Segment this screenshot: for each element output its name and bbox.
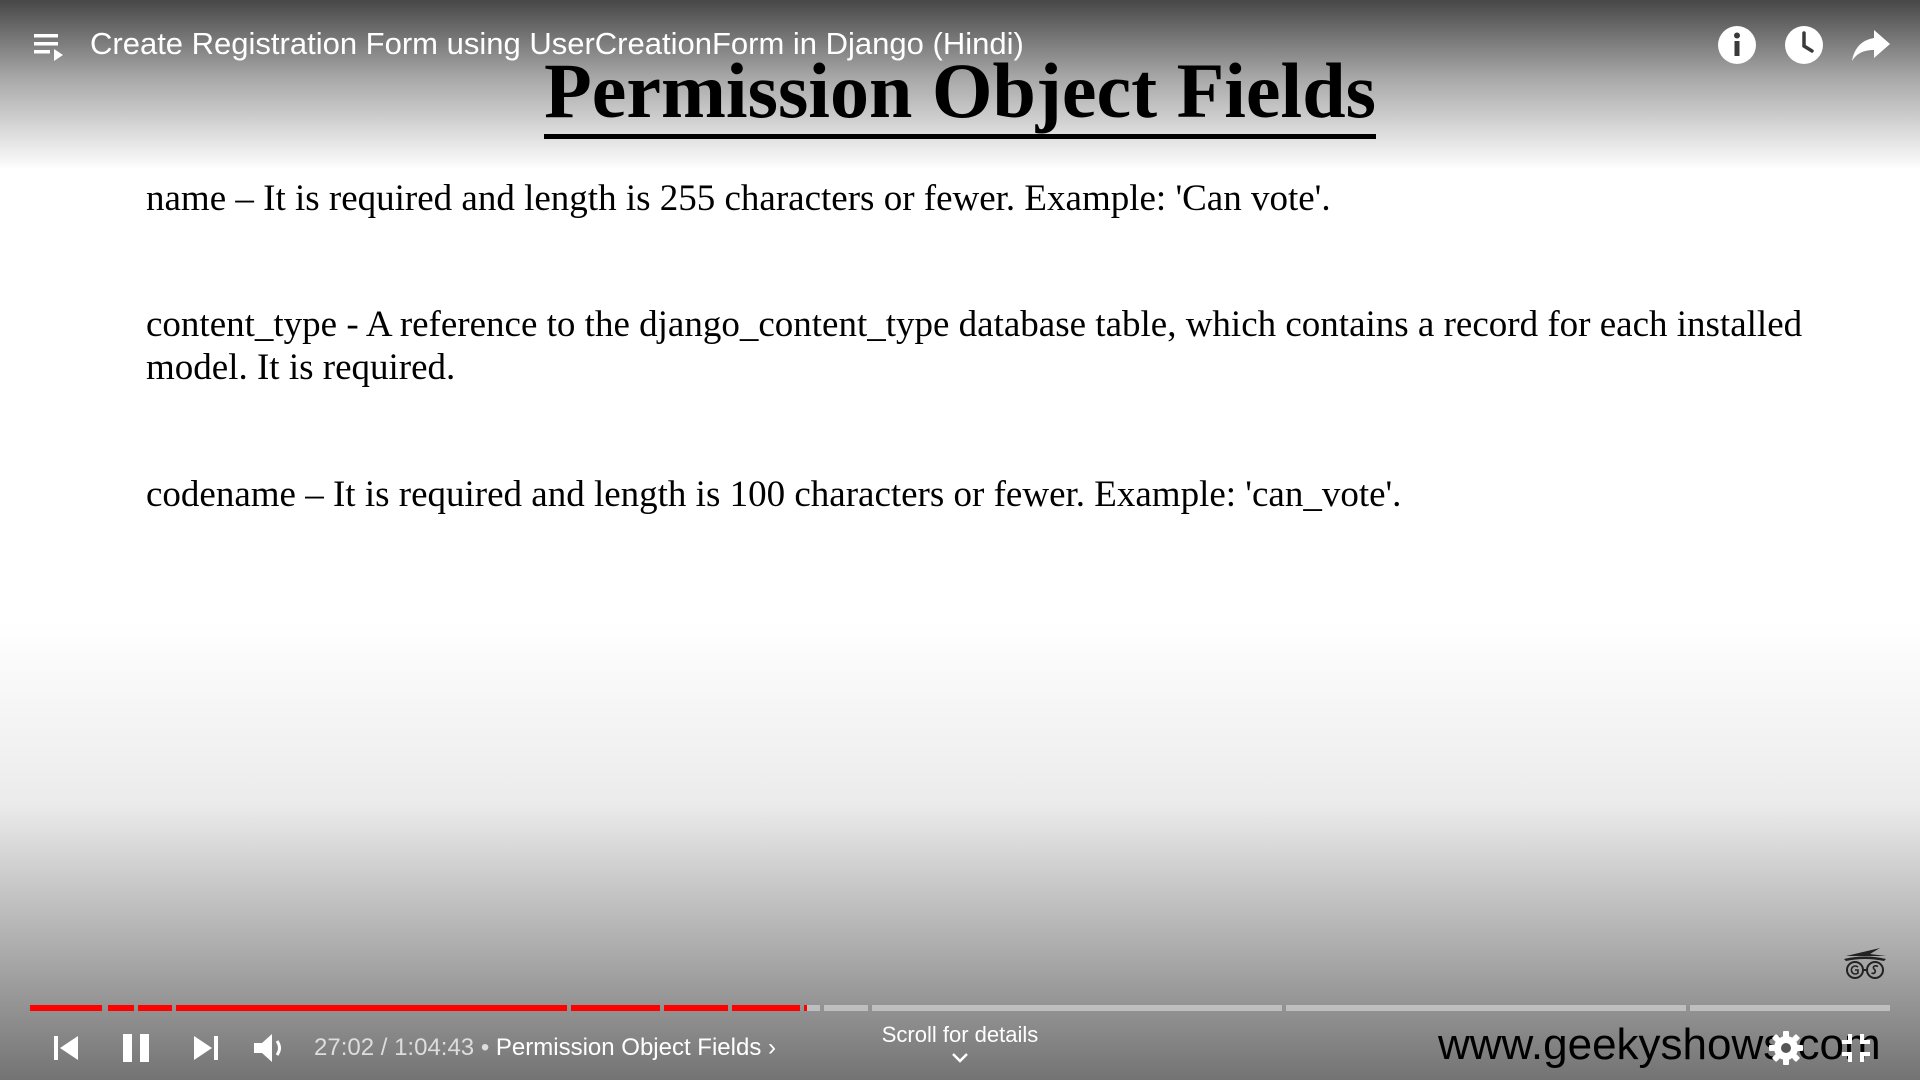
video-frame[interactable]: Permission Object Fields name – It is re… bbox=[0, 0, 1920, 1080]
current-time: 27:02 bbox=[314, 1034, 375, 1061]
progress-played-segment bbox=[138, 1005, 172, 1011]
scroll-for-details[interactable]: Scroll for details bbox=[860, 1020, 1060, 1050]
playlist-icon[interactable] bbox=[30, 28, 70, 64]
volume-icon bbox=[254, 1034, 281, 1062]
progress-remaining-segment bbox=[806, 1005, 820, 1011]
chapter-separator: • bbox=[474, 1034, 496, 1061]
channel-logo bbox=[1840, 944, 1890, 984]
watch-later-icon[interactable] bbox=[1781, 22, 1827, 68]
progress-remaining-segment bbox=[872, 1005, 1282, 1011]
progress-played-segment bbox=[732, 1005, 800, 1011]
progress-bar[interactable] bbox=[30, 1005, 1890, 1011]
progress-played-segment bbox=[571, 1005, 660, 1011]
settings-icon bbox=[1769, 1031, 1803, 1065]
fullscreen-exit-button[interactable] bbox=[1836, 1028, 1876, 1068]
progress-played-segment bbox=[664, 1005, 728, 1011]
previous-button[interactable] bbox=[46, 1026, 86, 1070]
chapter-chevron-icon[interactable]: › bbox=[768, 1034, 776, 1061]
pause-button[interactable] bbox=[114, 1026, 158, 1070]
fullscreen-exit-icon bbox=[1842, 1034, 1870, 1062]
settings-button[interactable] bbox=[1766, 1028, 1806, 1068]
slide-paragraph-name: name – It is required and length is 255 … bbox=[146, 178, 1331, 219]
previous-icon bbox=[54, 1036, 78, 1060]
progress-played-segment bbox=[176, 1005, 567, 1011]
progress-remaining-segment bbox=[824, 1005, 868, 1011]
pause-icon bbox=[123, 1034, 149, 1062]
progress-remaining-segment bbox=[1286, 1005, 1686, 1011]
next-icon bbox=[194, 1036, 218, 1060]
duration: 1:04:43 bbox=[394, 1034, 475, 1061]
time-display: 27:02 / 1:04:43 • Permission Object Fiel… bbox=[314, 1032, 776, 1064]
progress-played-segment bbox=[30, 1005, 102, 1011]
next-button[interactable] bbox=[186, 1026, 226, 1070]
progress-played-segment bbox=[108, 1005, 134, 1011]
share-icon[interactable] bbox=[1848, 22, 1894, 68]
video-title[interactable]: Create Registration Form using UserCreat… bbox=[90, 24, 1024, 64]
watermark: www.geekyshows.com bbox=[1438, 1020, 1881, 1069]
slide-paragraph-content-type: content_type - A reference to the django… bbox=[146, 304, 1803, 388]
volume-button[interactable] bbox=[250, 1026, 294, 1070]
progress-remaining-segment bbox=[1690, 1005, 1890, 1011]
time-separator: / bbox=[374, 1034, 395, 1061]
chapter-title[interactable]: Permission Object Fields bbox=[496, 1034, 761, 1061]
chevron-down-icon[interactable] bbox=[948, 1050, 972, 1066]
info-icon[interactable] bbox=[1714, 22, 1760, 68]
slide-paragraph-codename: codename – It is required and length is … bbox=[146, 474, 1402, 515]
